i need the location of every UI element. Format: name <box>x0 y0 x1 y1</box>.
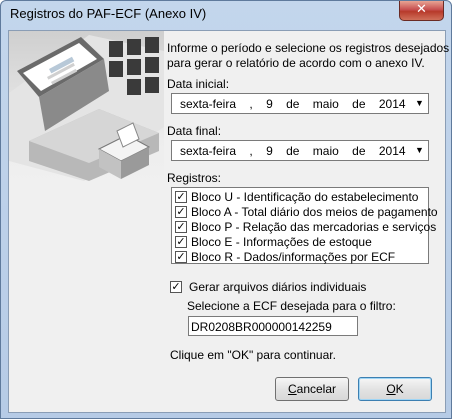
ecf-filter-input[interactable]: DR0208BR000000142259 <box>188 316 358 336</box>
end-date-day[interactable]: 9 <box>266 144 273 158</box>
close-icon: ✕ <box>416 2 427 17</box>
end-date-de2: de <box>352 144 366 158</box>
record-label: Bloco R - Dados/informações por ECF <box>191 250 396 264</box>
dialog-body: Informe o período e selecione os registr… <box>8 30 450 413</box>
start-date-picker[interactable]: sexta-feira , 9 de maio de 2014 ▼ <box>171 93 429 114</box>
start-date-de1: de <box>286 97 300 111</box>
cancel-label: ancelar <box>296 382 337 396</box>
checkbox[interactable]: ✓ <box>175 221 187 233</box>
cancel-button[interactable]: Cancelar <box>275 377 349 401</box>
continue-hint: Clique em "OK" para continuar. <box>170 348 336 362</box>
start-date-day[interactable]: 9 <box>266 97 273 111</box>
daily-files-checkbox[interactable]: ✓ <box>170 281 182 293</box>
records-checklist[interactable]: ✓ Bloco U - Identificação do estabelecim… <box>171 187 438 265</box>
pos-terminal-illustration <box>9 31 164 186</box>
records-label: Registros: <box>167 171 222 185</box>
cancel-accelerator: C <box>287 382 297 396</box>
close-button[interactable]: ✕ <box>399 1 444 21</box>
end-date-sep: , <box>249 144 253 158</box>
ok-accelerator: O <box>386 382 396 396</box>
checkbox[interactable]: ✓ <box>175 236 187 248</box>
intro-line-2: para gerar o relatório de acordo com o a… <box>167 56 425 70</box>
start-date-sep: , <box>249 97 253 111</box>
intro-line-1: Informe o período e selecione os registr… <box>167 41 450 55</box>
end-date-month[interactable]: maio <box>313 144 339 158</box>
end-date-weekday: sexta-feira <box>180 144 237 158</box>
end-date-picker[interactable]: sexta-feira , 9 de maio de 2014 ▼ <box>171 140 429 161</box>
ecf-filter-label: Selecione a ECF desejada para o filtro: <box>187 299 396 313</box>
daily-files-option[interactable]: ✓ Gerar arquivos diários individuais <box>170 279 390 295</box>
start-date-de2: de <box>352 97 366 111</box>
record-label: Bloco E - Informações de estoque <box>191 235 372 249</box>
record-label: Bloco A - Total diário dos meios de paga… <box>191 205 438 219</box>
chevron-down-icon[interactable]: ▼ <box>412 142 427 159</box>
dialog-window: Registros do PAF-ECF (Anexo IV) ✕ Inform… <box>0 0 452 419</box>
start-date-label: Data inicial: <box>167 77 230 91</box>
end-date-de1: de <box>286 144 300 158</box>
list-item[interactable]: ✓ Bloco A - Total diário dos meios de pa… <box>175 205 438 220</box>
window-title: Registros do PAF-ECF (Anexo IV) <box>10 6 207 21</box>
list-item[interactable]: ✓ Bloco R - Dados/informações por ECF <box>175 250 425 265</box>
start-date-month[interactable]: maio <box>313 97 339 111</box>
chevron-down-icon[interactable]: ▼ <box>412 95 427 112</box>
ok-button[interactable]: OK <box>358 377 432 401</box>
record-label: Bloco U - Identificação do estabelecimen… <box>191 190 419 204</box>
start-date-weekday: sexta-feira <box>180 97 237 111</box>
checkbox[interactable]: ✓ <box>175 191 187 203</box>
ok-label: K <box>395 382 404 396</box>
checkbox[interactable]: ✓ <box>175 206 187 218</box>
list-item[interactable]: ✓ Bloco P - Relação das mercadorias e se… <box>175 220 436 235</box>
daily-files-label: Gerar arquivos diários individuais <box>189 280 367 294</box>
end-date-label: Data final: <box>167 124 222 138</box>
record-label: Bloco P - Relação das mercadorias e serv… <box>191 220 437 234</box>
list-item[interactable]: ✓ Bloco E - Informações de estoque <box>175 235 425 250</box>
title-bar[interactable]: Registros do PAF-ECF (Anexo IV) ✕ <box>1 1 451 27</box>
checkbox[interactable]: ✓ <box>175 251 187 263</box>
end-date-year[interactable]: 2014 <box>379 144 406 158</box>
start-date-year[interactable]: 2014 <box>379 97 406 111</box>
list-item[interactable]: ✓ Bloco U - Identificação do estabelecim… <box>175 190 425 205</box>
